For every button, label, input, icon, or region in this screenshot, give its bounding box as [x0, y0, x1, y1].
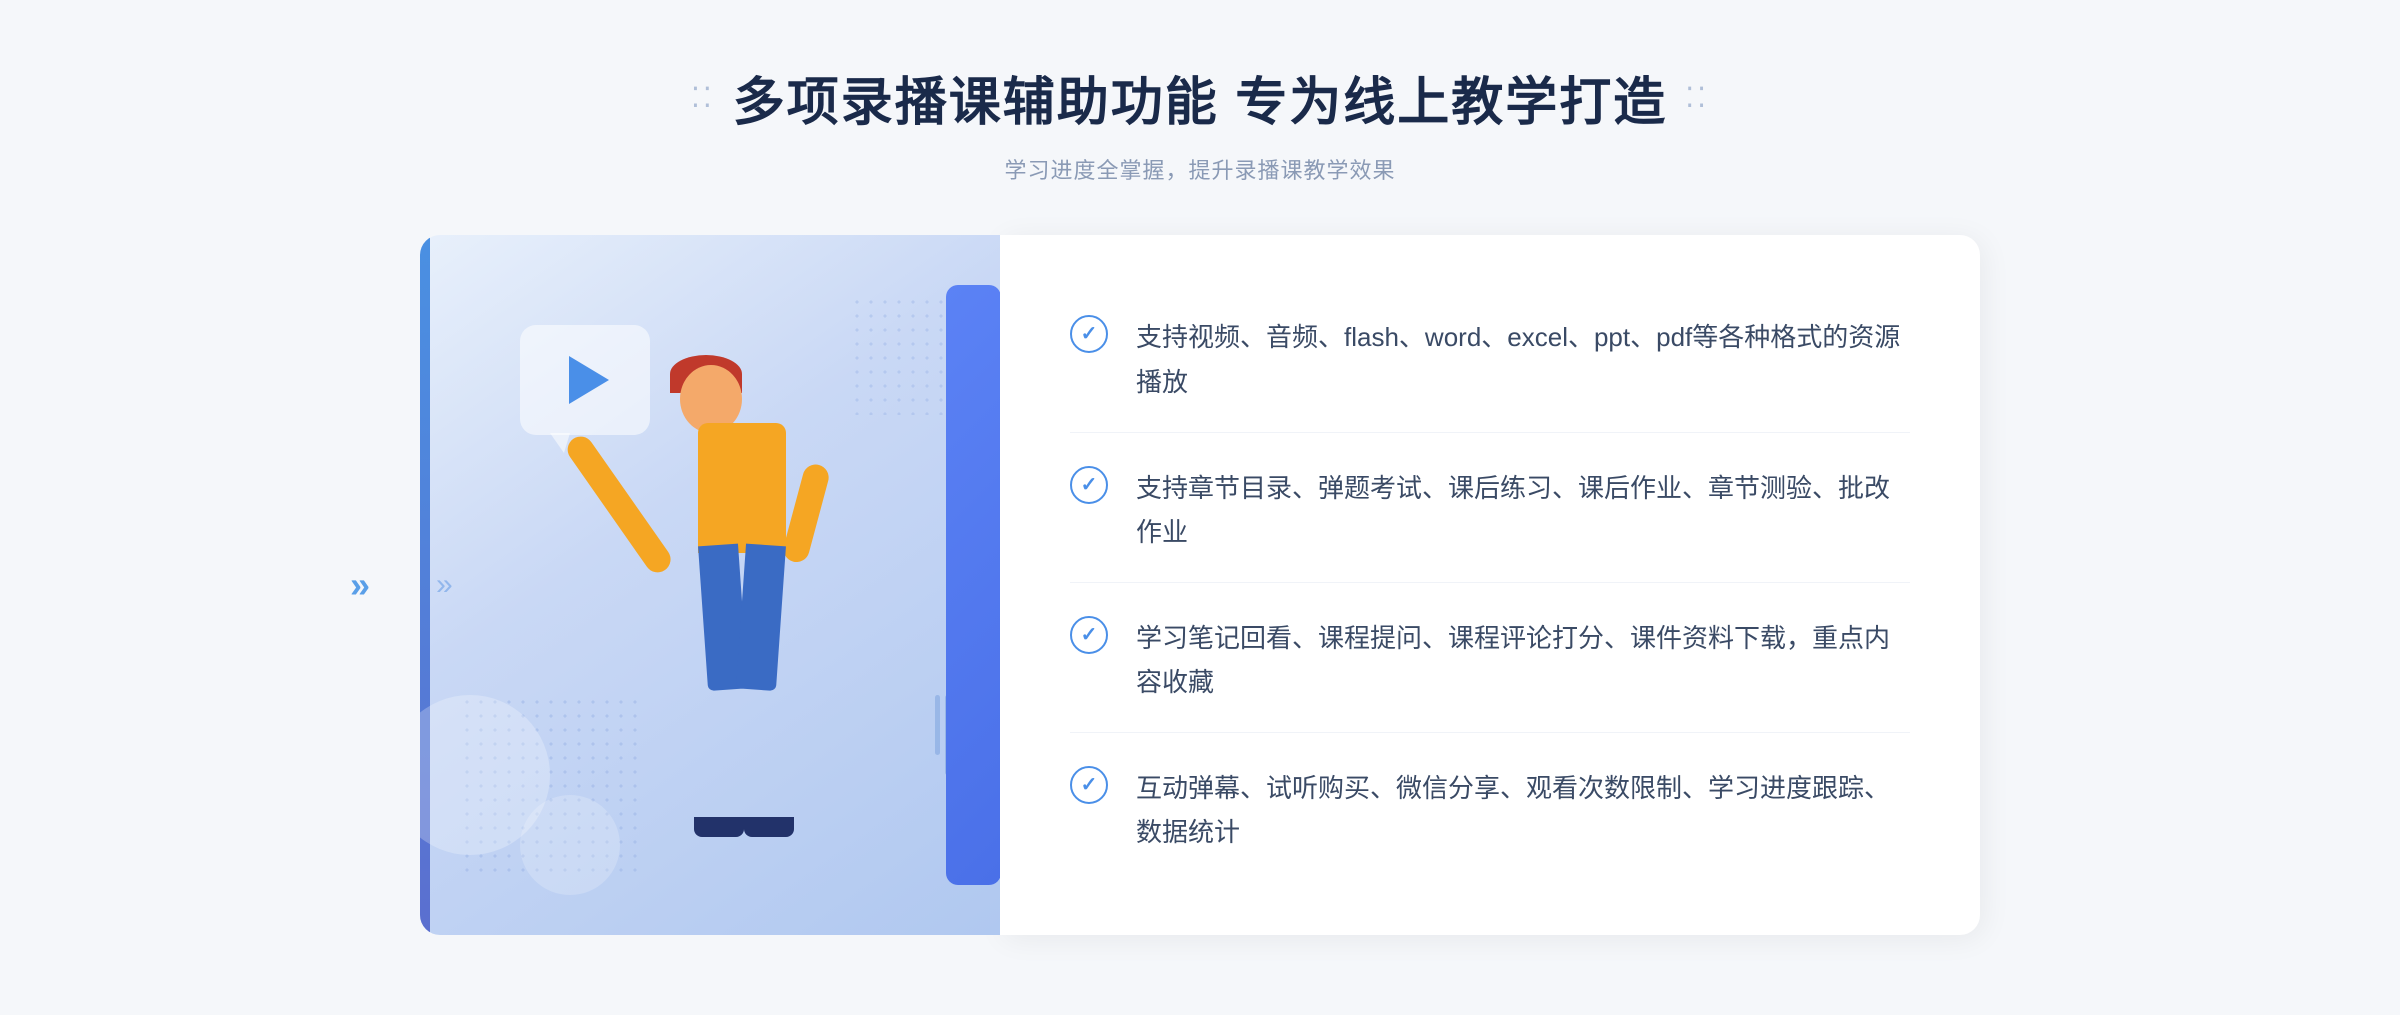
- feature-text-2: 支持章节目录、弹题考试、课后练习、课后作业、章节测验、批改作业: [1136, 466, 1910, 554]
- figure-container: [582, 355, 902, 935]
- main-title: 多项录播课辅助功能 专为线上教学打造: [733, 60, 1667, 135]
- feature-item-4: ✓ 互动弹幕、试听购买、微信分享、观看次数限制、学习进度跟踪、数据统计: [1070, 738, 1910, 882]
- person-arm-left: [563, 431, 676, 577]
- dots-right-icon: ⁚⁚: [1685, 81, 1709, 114]
- check-icon-3: ✓: [1070, 616, 1108, 654]
- chevron-arrows-icon: »: [436, 568, 453, 602]
- feature-text-1: 支持视频、音频、flash、word、excel、ppt、pdf等各种格式的资源…: [1136, 315, 1910, 403]
- check-icon-2: ✓: [1070, 466, 1108, 504]
- check-icon-1: ✓: [1070, 315, 1108, 353]
- check-mark-2: ✓: [1081, 475, 1098, 495]
- page-arrow-left-icon[interactable]: »: [350, 564, 370, 606]
- v-line-1: [935, 695, 940, 755]
- check-icon-4: ✓: [1070, 766, 1108, 804]
- connector-shape: [946, 285, 1000, 885]
- check-mark-3: ✓: [1081, 625, 1098, 645]
- person-shoe-left: [694, 817, 744, 837]
- person-torso: [698, 423, 786, 553]
- person-shoe-right: [744, 817, 794, 837]
- feature-item-1: ✓ 支持视频、音频、flash、word、excel、ppt、pdf等各种格式的…: [1070, 287, 1910, 432]
- main-content: » »: [420, 235, 1980, 935]
- person-arm-right: [781, 462, 832, 565]
- person-leg-right: [736, 544, 786, 691]
- feature-item-3: ✓ 学习笔记回看、课程提问、课程评论打分、课件资料下载，重点内容收藏: [1070, 588, 1910, 733]
- page-wrapper: ⁚⁚ 多项录播课辅助功能 专为线上教学打造 ⁚⁚ 学习进度全掌握，提升录播课教学…: [0, 0, 2400, 1015]
- person-figure: [662, 355, 822, 835]
- feature-text-3: 学习笔记回看、课程提问、课程评论打分、课件资料下载，重点内容收藏: [1136, 616, 1910, 704]
- features-panel: ✓ 支持视频、音频、flash、word、excel、ppt、pdf等各种格式的…: [1000, 235, 1980, 935]
- dots-left-icon: ⁚⁚: [691, 81, 715, 114]
- feature-item-2: ✓ 支持章节目录、弹题考试、课后练习、课后作业、章节测验、批改作业: [1070, 438, 1910, 583]
- header-section: ⁚⁚ 多项录播课辅助功能 专为线上教学打造 ⁚⁚ 学习进度全掌握，提升录播课教学…: [0, 60, 2400, 185]
- check-mark-4: ✓: [1081, 775, 1098, 795]
- subtitle: 学习进度全掌握，提升录播课教学效果: [1004, 153, 1395, 185]
- feature-text-4: 互动弹幕、试听购买、微信分享、观看次数限制、学习进度跟踪、数据统计: [1136, 766, 1910, 854]
- illustration-panel: »: [420, 235, 1000, 935]
- check-mark-1: ✓: [1081, 324, 1098, 344]
- title-row: ⁚⁚ 多项录播课辅助功能 专为线上教学打造 ⁚⁚: [691, 60, 1709, 135]
